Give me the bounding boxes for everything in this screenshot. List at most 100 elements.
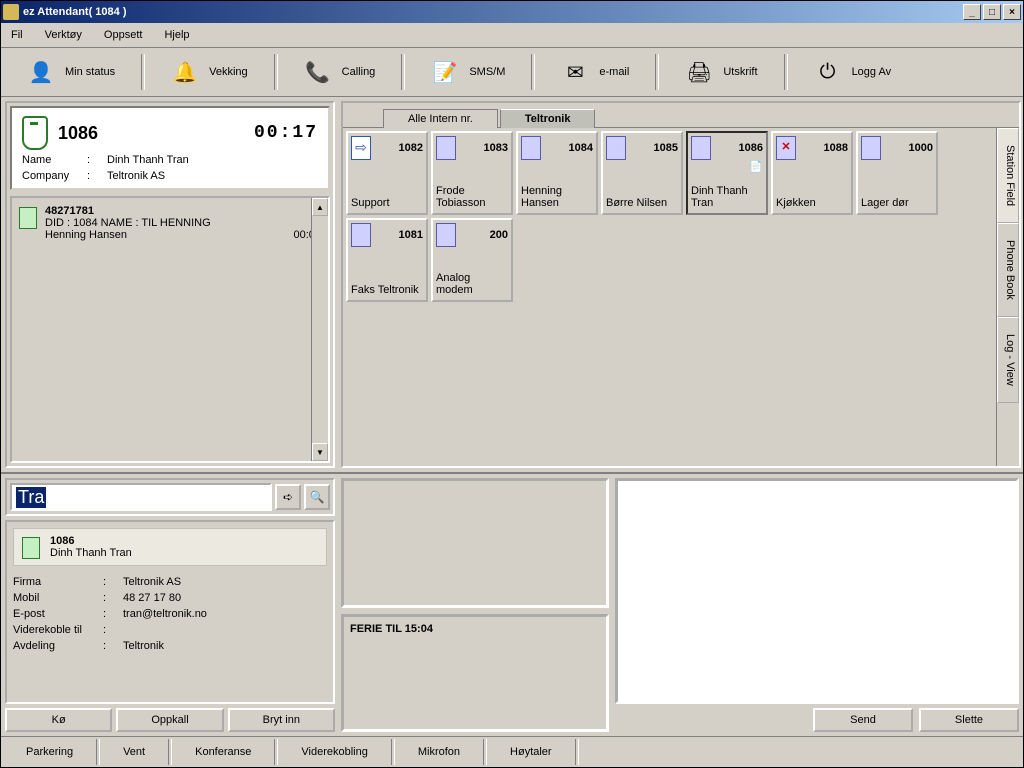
- tab-teltronik[interactable]: Teltronik: [500, 109, 596, 128]
- status-mikrofon[interactable]: Mikrofon: [397, 739, 481, 765]
- station-icon: [436, 136, 456, 160]
- status-hoytaler[interactable]: Høytaler: [489, 739, 573, 765]
- window-controls: _ □ ×: [963, 4, 1021, 20]
- detail-label: Mobil: [13, 592, 103, 604]
- station-1088[interactable]: 1088Kjøkken: [771, 131, 853, 215]
- maximize-button[interactable]: □: [983, 4, 1001, 20]
- tool-logg-av[interactable]: ⏻Logg Av: [792, 52, 914, 92]
- app-icon: [3, 4, 19, 20]
- search-input[interactable]: Tra: [10, 483, 272, 511]
- detail-label: Avdeling: [13, 640, 103, 652]
- titlebar: ez Attendant( 1084 ) _ □ ×: [1, 1, 1023, 23]
- tool-sms[interactable]: 📝SMS/M: [409, 52, 527, 92]
- station-icon: [776, 136, 796, 160]
- calling-icon: 📞: [304, 58, 332, 86]
- left-column: 1086 00:17 Name:Dinh Thanh Tran Company:…: [5, 101, 335, 468]
- oppkall-button[interactable]: Oppkall: [116, 708, 223, 732]
- detail-value: Teltronik: [123, 640, 164, 652]
- detail-number: 1086: [50, 535, 132, 547]
- phone-icon: [22, 116, 48, 150]
- station-name: Lager dør: [861, 197, 933, 210]
- station-ext: 1081: [399, 229, 423, 241]
- active-call-number: 1086: [58, 123, 98, 144]
- send-button[interactable]: Send: [813, 708, 913, 732]
- menu-oppsett[interactable]: Oppsett: [100, 27, 147, 43]
- station-ext: 1000: [909, 142, 933, 154]
- station-1081[interactable]: 1081 Faks Teltronik: [346, 218, 428, 302]
- close-button[interactable]: ×: [1003, 4, 1021, 20]
- status-konferanse[interactable]: Konferanse: [174, 739, 272, 765]
- station-1083[interactable]: 1083 Frode Tobiasson: [431, 131, 513, 215]
- go-button[interactable]: ➪: [275, 484, 301, 510]
- slette-button[interactable]: Slette: [919, 708, 1019, 732]
- app-window: ez Attendant( 1084 ) _ □ × Fil Verktøy O…: [0, 0, 1024, 768]
- active-call-name: Dinh Thanh Tran: [107, 154, 189, 166]
- station-icon: [436, 223, 456, 247]
- station-1085[interactable]: 1085Børre Nilsen: [601, 131, 683, 215]
- search-button[interactable]: 🔍: [304, 484, 330, 510]
- toolbar: 👤Min status 🔔Vekking 📞Calling 📝SMS/M ✉e-…: [1, 48, 1023, 97]
- status-parkering[interactable]: Parkering: [5, 739, 94, 765]
- tool-min-status[interactable]: 👤Min status: [5, 52, 137, 92]
- print-icon: 🖨: [685, 58, 713, 86]
- station-200[interactable]: 200Analog modem: [431, 218, 513, 302]
- status-viderekobling[interactable]: Viderekobling: [280, 739, 388, 765]
- side-tab-phone-book[interactable]: Phone Book: [997, 223, 1019, 317]
- station-ext: 200: [490, 229, 508, 241]
- station-ext: 1086: [739, 142, 763, 154]
- detail-box: 1086 Dinh Thanh Tran Firma:Teltronik ASM…: [5, 520, 335, 704]
- main-area: 1086 00:17 Name:Dinh Thanh Tran Company:…: [1, 97, 1023, 472]
- side-tab-log-view[interactable]: Log - View: [997, 317, 1019, 403]
- tab-alle-intern[interactable]: Alle Intern nr.: [383, 109, 498, 128]
- station-name: Support: [351, 197, 423, 210]
- detail-label: Viderekoble til: [13, 624, 103, 636]
- info-panel-top: [341, 478, 609, 608]
- menu-fil[interactable]: Fil: [7, 27, 27, 43]
- station-1000[interactable]: 1000 Lager dør: [856, 131, 938, 215]
- scrollbar[interactable]: ▲▼: [311, 198, 328, 461]
- status-message-panel: FERIE TIL 15:04: [341, 614, 609, 732]
- call-list: 48271781 DID : 1084 NAME : TIL HENNING H…: [10, 196, 330, 463]
- active-call-card: 1086 00:17 Name:Dinh Thanh Tran Company:…: [10, 106, 330, 190]
- station-1086[interactable]: 1086 📄 Dinh Thanh Tran: [686, 131, 768, 215]
- tool-email[interactable]: ✉e-mail: [539, 52, 651, 92]
- chat-display: [615, 478, 1019, 704]
- detail-label: Firma: [13, 576, 103, 588]
- station-1084[interactable]: 1084Henning Hansen: [516, 131, 598, 215]
- tool-calling[interactable]: 📞Calling: [282, 52, 398, 92]
- station-ext: 1082: [399, 142, 423, 154]
- station-name: Kjøkken: [776, 197, 848, 210]
- station-name: Frode Tobiasson: [436, 185, 508, 210]
- call-list-item[interactable]: 48271781 DID : 1084 NAME : TIL HENNING H…: [15, 201, 325, 245]
- station-ext: 1084: [569, 142, 593, 154]
- tool-vekking[interactable]: 🔔Vekking: [149, 52, 270, 92]
- station-1082[interactable]: 1082 Support: [346, 131, 428, 215]
- menu-verktoy[interactable]: Verktøy: [41, 27, 86, 43]
- scroll-down-icon[interactable]: ▼: [312, 443, 328, 461]
- statusbar: Parkering Vent Konferanse Viderekobling …: [1, 736, 1023, 767]
- scroll-up-icon[interactable]: ▲: [312, 198, 328, 216]
- side-tab-station-field[interactable]: Station Field: [997, 128, 1019, 223]
- station-name: Faks Teltronik: [351, 284, 423, 297]
- station-icon: [861, 136, 881, 160]
- call-timer: 00:17: [254, 123, 318, 143]
- detail-value: 48 27 17 80: [123, 592, 181, 604]
- station-icon: [521, 136, 541, 160]
- active-call-company: Teltronik AS: [107, 170, 165, 182]
- detail-name: Dinh Thanh Tran: [50, 547, 132, 559]
- phone-small-icon: [22, 537, 40, 559]
- station-name: Dinh Thanh Tran: [691, 185, 763, 210]
- station-ext: 1083: [484, 142, 508, 154]
- bryt-inn-button[interactable]: Bryt inn: [228, 708, 335, 732]
- ko-button[interactable]: Kø: [5, 708, 112, 732]
- station-icon: [351, 223, 371, 247]
- status-vent[interactable]: Vent: [102, 739, 166, 765]
- station-grid: 1082 Support 1083 Frode Tobiasson 1084Hennin…: [343, 128, 996, 466]
- minimize-button[interactable]: _: [963, 4, 981, 20]
- bell-icon: 🔔: [171, 58, 199, 86]
- chat-panel: Send Slette: [615, 478, 1019, 732]
- email-icon: ✉: [561, 58, 589, 86]
- tool-utskrift[interactable]: 🖨Utskrift: [663, 52, 779, 92]
- note-icon: 📄: [749, 160, 763, 173]
- menu-hjelp[interactable]: Hjelp: [160, 27, 193, 43]
